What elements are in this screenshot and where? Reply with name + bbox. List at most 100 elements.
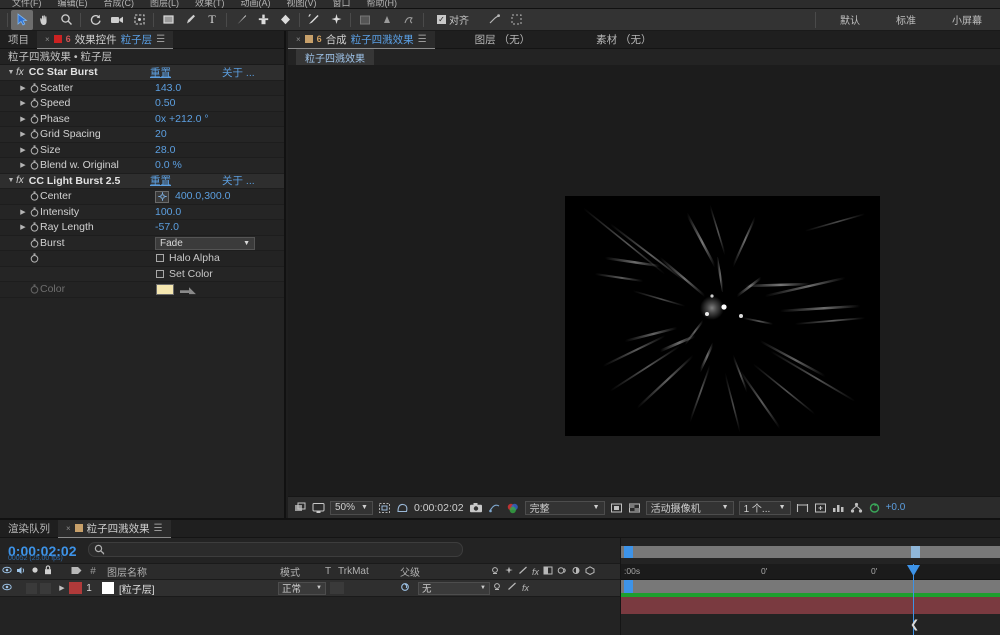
reset-link[interactable]: 重置 xyxy=(150,65,171,80)
disclosure-triangle-icon[interactable]: ▶ xyxy=(18,99,28,107)
stopwatch-icon[interactable] xyxy=(28,207,40,217)
disclosure-triangle-icon[interactable]: ▶ xyxy=(18,115,28,123)
region-of-interest-icon[interactable] xyxy=(610,502,623,514)
tab-effect-controls[interactable]: × 6 效果控件 粒子层 ☰ xyxy=(37,31,173,49)
tab-render-queue[interactable]: 渲染队列 xyxy=(0,520,58,538)
layer-duration-bar[interactable] xyxy=(621,597,1000,614)
always-preview-icon[interactable] xyxy=(294,502,307,514)
property-row-burst[interactable]: Burst Fade ▼ xyxy=(0,236,284,252)
disclosure-triangle-icon[interactable]: ▶ xyxy=(18,130,28,138)
stopwatch-icon[interactable] xyxy=(28,160,40,170)
disclosure-triangle-icon[interactable]: ▶ xyxy=(18,146,28,154)
column-layer-name[interactable]: 图层名称 xyxy=(107,564,147,579)
menu-item-file[interactable]: 文件(F) xyxy=(4,0,50,8)
reset-exposure-icon[interactable] xyxy=(868,502,881,514)
property-value[interactable]: -57.0 xyxy=(155,221,179,233)
gradient-swatch-icon[interactable] xyxy=(354,10,376,30)
collapse-transform-icon[interactable] xyxy=(504,566,514,578)
reset-link[interactable]: 重置 xyxy=(150,173,171,188)
fx-icon[interactable]: fx xyxy=(16,67,24,78)
disclosure-triangle-icon[interactable]: ▶ xyxy=(18,223,28,231)
property-value[interactable]: 143.0 xyxy=(155,82,181,94)
timeline-nav-bar-top[interactable] xyxy=(621,546,1000,558)
menu-item-layer[interactable]: 图层(L) xyxy=(142,0,187,8)
tab-composition[interactable]: × 6 合成 粒子四溅效果 ☰ xyxy=(288,31,435,49)
brush-tool[interactable] xyxy=(230,10,252,30)
pen-tool[interactable] xyxy=(179,10,201,30)
property-row-size[interactable]: ▶ Size 28.0 xyxy=(0,143,284,159)
set-color-checkbox[interactable] xyxy=(156,270,164,278)
puppet-pin-tool[interactable] xyxy=(325,10,347,30)
shape-tool[interactable] xyxy=(157,10,179,30)
align-icon[interactable] xyxy=(376,10,398,30)
transparency-grid-icon[interactable] xyxy=(628,502,641,514)
channel-rgb-icon[interactable] xyxy=(506,502,520,514)
close-icon[interactable]: × xyxy=(45,35,50,44)
keyframe-marker[interactable]: ❮ xyxy=(910,618,919,631)
menu-item-effect[interactable]: 效果(T) xyxy=(187,0,233,8)
column-mode[interactable]: 模式 xyxy=(280,564,300,579)
fx-icon[interactable]: fx xyxy=(16,175,24,186)
composition-subtab[interactable]: 粒子四溅效果 xyxy=(296,49,374,66)
burst-dropdown[interactable]: Fade ▼ xyxy=(155,237,255,250)
about-link[interactable]: 关于 ... xyxy=(222,65,255,80)
camera-view-select[interactable]: 活动摄像机 ▼ xyxy=(646,501,734,515)
parent-pickwhip-icon[interactable] xyxy=(400,582,411,595)
rotation-tool[interactable] xyxy=(84,10,106,30)
nav-handle-left[interactable] xyxy=(624,546,633,558)
frame-blend-icon[interactable] xyxy=(543,566,553,578)
layer-solo-toggle[interactable] xyxy=(40,583,51,594)
mask-path-icon[interactable] xyxy=(396,502,409,514)
set-color-checkbox-group[interactable]: Set Color xyxy=(156,268,213,280)
stopwatch-icon[interactable] xyxy=(28,83,40,93)
workspace-small-screen[interactable]: 小屏幕 xyxy=(934,12,1000,27)
menu-item-animation[interactable]: 动画(A) xyxy=(233,0,279,8)
menu-item-edit[interactable]: 编辑(E) xyxy=(50,0,96,8)
layer-trkmat-cell[interactable] xyxy=(330,582,344,594)
motion-blur-icon[interactable] xyxy=(557,566,567,578)
close-icon[interactable]: × xyxy=(296,35,301,44)
camera-tool[interactable] xyxy=(106,10,128,30)
mask-icon[interactable] xyxy=(398,10,420,30)
show-snapshot-icon[interactable] xyxy=(488,502,501,514)
roto-brush-tool[interactable] xyxy=(303,10,325,30)
layer-audio-toggle[interactable] xyxy=(26,583,37,594)
column-t[interactable]: T xyxy=(325,566,331,577)
adjustment-layer-icon[interactable] xyxy=(571,566,581,578)
property-row-blend-with-original[interactable]: ▶ Blend w. Original 0.0 % xyxy=(0,158,284,174)
effects-icon[interactable]: fx xyxy=(532,567,539,577)
timeline-nav-bar-bottom[interactable] xyxy=(621,580,1000,593)
property-row-ray-length[interactable]: ▶ Ray Length -57.0 xyxy=(0,220,284,236)
eraser-tool[interactable] xyxy=(274,10,296,30)
center-point-picker-button[interactable] xyxy=(155,191,169,203)
property-row-center[interactable]: Center 400.0,300.0 xyxy=(0,189,284,205)
color-swatch[interactable] xyxy=(156,284,174,295)
snap-toggle[interactable]: ✓ 对齐 xyxy=(437,12,469,27)
3d-layer-icon[interactable] xyxy=(585,566,595,578)
column-trkmat[interactable]: TrkMat xyxy=(338,566,369,577)
search-input[interactable] xyxy=(108,544,428,555)
disclosure-triangle-icon[interactable]: ▶ xyxy=(18,208,28,216)
video-switch-icon[interactable] xyxy=(0,566,14,577)
timeline-search-box[interactable] xyxy=(88,542,463,557)
current-timecode[interactable]: 0:00:02:02 xyxy=(414,502,464,514)
column-parent[interactable]: 父级 xyxy=(400,564,420,579)
disclosure-triangle-icon[interactable]: ▼ xyxy=(6,177,16,184)
workspace-standard[interactable]: 标准 xyxy=(878,12,934,27)
layer-disclosure-triangle-icon[interactable]: ▶ xyxy=(57,584,67,592)
panel-menu-icon[interactable]: ☰ xyxy=(156,34,165,45)
nav-handle-right[interactable] xyxy=(911,546,920,558)
stopwatch-icon[interactable] xyxy=(28,98,40,108)
workspace-default[interactable]: 默认 xyxy=(822,12,878,27)
stopwatch-icon[interactable] xyxy=(28,238,40,248)
disclosure-triangle-icon[interactable]: ▶ xyxy=(18,84,28,92)
layer-label-color[interactable] xyxy=(69,582,82,594)
timeline-ruler[interactable]: :00s 0' 0' xyxy=(621,564,1000,580)
layer-effects-toggle[interactable]: fx xyxy=(522,583,529,593)
property-row-speed[interactable]: ▶ Speed 0.50 xyxy=(0,96,284,112)
safe-zones-icon[interactable] xyxy=(378,502,391,514)
tab-project[interactable]: 项目 xyxy=(0,31,37,49)
zoom-tool[interactable] xyxy=(55,10,77,30)
effect-header-cc-light-burst[interactable]: ▼ fx CC Light Burst 2.5 重置 关于 ... xyxy=(0,174,284,190)
quality-icon[interactable] xyxy=(518,566,528,578)
